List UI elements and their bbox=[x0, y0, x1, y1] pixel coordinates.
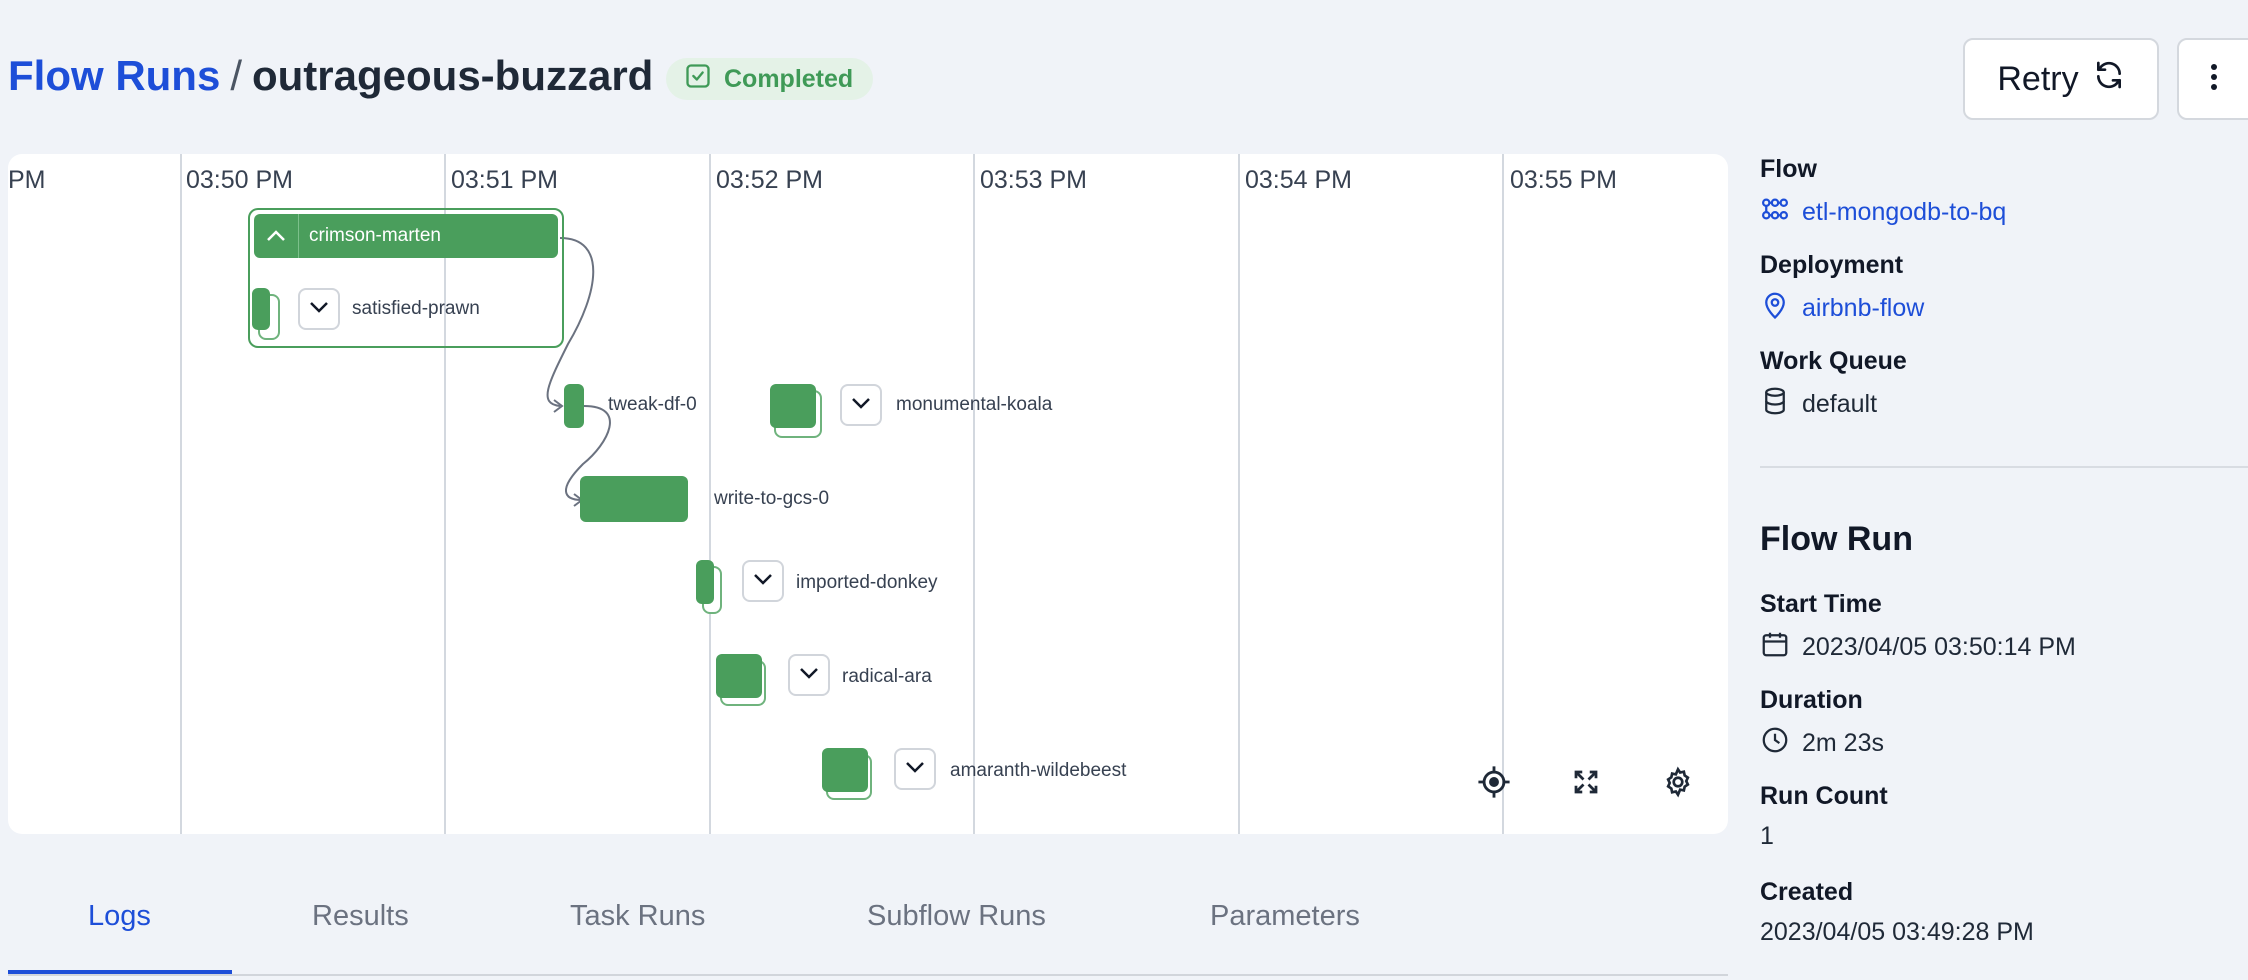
work-queue-value: default bbox=[1760, 386, 1877, 423]
subflow-node-crimson-marten[interactable]: crimson-marten bbox=[254, 214, 558, 258]
node-label: crimson-marten bbox=[309, 225, 441, 246]
flow-icon bbox=[1760, 194, 1790, 231]
start-time-text: 2023/04/05 03:50:14 PM bbox=[1802, 633, 2076, 661]
breadcrumb: Flow Runs / outrageous-buzzard bbox=[8, 52, 653, 100]
chevron-down-icon bbox=[753, 572, 773, 590]
node-label: imported-donkey bbox=[796, 572, 938, 593]
tab-parameters[interactable]: Parameters bbox=[1210, 900, 1360, 933]
tab-task-runs[interactable]: Task Runs bbox=[570, 900, 705, 933]
retry-label: Retry bbox=[1997, 59, 2079, 98]
status-badge: Completed bbox=[666, 58, 874, 100]
chevron-down-icon bbox=[905, 760, 925, 778]
check-square-icon bbox=[684, 62, 712, 97]
expand-button[interactable] bbox=[742, 560, 784, 602]
fullscreen-button[interactable] bbox=[1566, 764, 1606, 804]
flow-run-graph[interactable]: PM 03:50 PM 03:51 PM 03:52 PM 03:53 PM 0… bbox=[8, 154, 1728, 834]
node-label: amaranth-wildebeest bbox=[950, 760, 1127, 781]
recenter-icon bbox=[1477, 765, 1511, 804]
node-label: write-to-gcs-0 bbox=[714, 488, 830, 509]
tab-subflow-runs[interactable]: Subflow Runs bbox=[867, 900, 1046, 933]
created-value: 2023/04/05 03:49:28 PM bbox=[1760, 918, 2034, 946]
deployment-link[interactable]: airbnb-flow bbox=[1760, 290, 1924, 327]
run-count-label: Run Count bbox=[1760, 782, 1888, 810]
node-label: tweak-df-0 bbox=[608, 394, 697, 415]
active-tab-indicator bbox=[8, 970, 232, 974]
work-queue-label: Work Queue bbox=[1760, 347, 1907, 375]
deployment-name: airbnb-flow bbox=[1802, 294, 1925, 322]
flow-label: Flow bbox=[1760, 155, 1817, 183]
collapse-icon[interactable] bbox=[254, 214, 299, 258]
expand-button[interactable] bbox=[840, 384, 882, 426]
page-title: outrageous-buzzard bbox=[252, 52, 654, 99]
subflow-node-monumental-koala[interactable] bbox=[770, 384, 816, 428]
clock-icon bbox=[1760, 725, 1790, 762]
subflow-node-amaranth-wildebeest[interactable] bbox=[822, 748, 868, 792]
duration-text: 2m 23s bbox=[1802, 729, 1884, 757]
fullscreen-icon bbox=[1571, 767, 1601, 802]
chevron-down-icon bbox=[799, 666, 819, 684]
task-node-write-to-gcs-0[interactable] bbox=[580, 476, 688, 522]
expand-button[interactable] bbox=[894, 748, 936, 790]
created-label: Created bbox=[1760, 878, 1854, 906]
expand-button[interactable] bbox=[298, 288, 340, 330]
node-label: monumental-koala bbox=[896, 394, 1053, 415]
retry-button[interactable]: Retry bbox=[1963, 38, 2159, 120]
node-label: satisfied-prawn bbox=[352, 298, 480, 319]
start-time-value: 2023/04/05 03:50:14 PM bbox=[1760, 629, 2076, 666]
subflow-node-radical-ara[interactable] bbox=[716, 654, 762, 698]
settings-icon bbox=[1662, 766, 1694, 803]
expand-button[interactable] bbox=[788, 654, 830, 696]
more-actions-button[interactable] bbox=[2177, 38, 2248, 120]
deployment-label: Deployment bbox=[1760, 251, 1904, 279]
breadcrumb-separator: / bbox=[230, 52, 242, 99]
chevron-down-icon bbox=[851, 396, 871, 414]
flow-link[interactable]: etl-mongodb-to-bq bbox=[1760, 194, 2006, 231]
tab-logs[interactable]: Logs bbox=[88, 900, 151, 933]
flow-name: etl-mongodb-to-bq bbox=[1802, 198, 2007, 226]
tab-results[interactable]: Results bbox=[312, 900, 409, 933]
graph-settings-button[interactable] bbox=[1658, 764, 1698, 804]
node-label: radical-ara bbox=[842, 666, 932, 687]
breadcrumb-flow-runs-link[interactable]: Flow Runs bbox=[8, 52, 220, 99]
vertical-dots-icon bbox=[2209, 62, 2219, 97]
subflow-node-imported-donkey[interactable] bbox=[696, 560, 714, 604]
duration-value: 2m 23s bbox=[1760, 725, 1884, 762]
duration-label: Duration bbox=[1760, 686, 1863, 714]
refresh-icon bbox=[2093, 59, 2125, 100]
location-pin-icon bbox=[1760, 290, 1790, 327]
task-node-tweak-df-0[interactable] bbox=[564, 384, 584, 428]
status-badge-label: Completed bbox=[724, 64, 854, 93]
run-count-value: 1 bbox=[1760, 822, 1774, 850]
work-queue-name: default bbox=[1802, 390, 1878, 418]
sidebar-divider bbox=[1760, 466, 2248, 468]
calendar-icon bbox=[1760, 629, 1790, 666]
chevron-down-icon bbox=[309, 300, 329, 318]
subflow-node-satisfied-prawn[interactable] bbox=[252, 288, 270, 330]
tabs-baseline bbox=[8, 974, 1728, 976]
flow-run-heading: Flow Run bbox=[1760, 520, 1913, 558]
recenter-button[interactable] bbox=[1474, 764, 1514, 804]
database-icon bbox=[1760, 386, 1790, 423]
start-time-label: Start Time bbox=[1760, 590, 1882, 618]
